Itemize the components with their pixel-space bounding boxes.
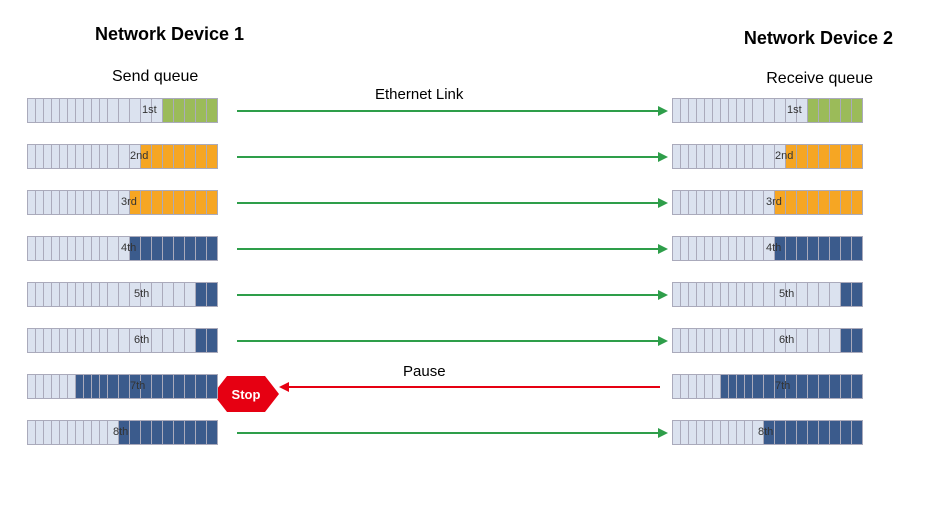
queue-slot: [206, 420, 218, 445]
queue-slot: [206, 236, 218, 261]
queue-slot: [851, 420, 863, 445]
arrowhead-icon: [658, 198, 668, 208]
queue-label: 6th: [779, 334, 794, 346]
queue-label: 8th: [113, 426, 128, 438]
queue-label: 2nd: [775, 150, 793, 162]
queue-slot: [206, 98, 218, 123]
link-arrow: [237, 156, 660, 158]
link-arrow: [237, 432, 660, 434]
queue-slot: [206, 282, 218, 307]
queue-label: 7th: [130, 380, 145, 392]
queue-row: 2nd: [672, 144, 882, 169]
queue-row: 4th: [27, 236, 237, 261]
send-queue-label: Send queue: [112, 68, 198, 86]
queue-slot: [851, 144, 863, 169]
queue-row: 3rd: [672, 190, 882, 215]
queue-row: 1st: [27, 98, 237, 123]
queue-slot: [851, 190, 863, 215]
queue-label: 1st: [142, 104, 157, 116]
ethernet-link-label: Ethernet Link: [375, 86, 463, 103]
link-arrow: [237, 294, 660, 296]
arrowhead-icon: [658, 106, 668, 116]
queue-label: 5th: [779, 288, 794, 300]
queue-slot: [851, 98, 863, 123]
queue-row: 2nd: [27, 144, 237, 169]
arrowhead-icon: [658, 290, 668, 300]
queue-label: 4th: [121, 242, 136, 254]
device-1-title: Network Device 1: [95, 24, 244, 45]
pause-arrow: [287, 386, 660, 388]
arrowhead-icon: [658, 336, 668, 346]
queue-slot: [206, 144, 218, 169]
queue-row: 7th: [672, 374, 882, 399]
queue-label: 2nd: [130, 150, 148, 162]
queue-label: 3rd: [121, 196, 137, 208]
pause-label: Pause: [403, 363, 446, 380]
queue-label: 3rd: [766, 196, 782, 208]
queue-row: 6th: [27, 328, 237, 353]
arrowhead-icon: [279, 382, 289, 392]
queue-slot: [851, 328, 863, 353]
queue-row: 7th: [27, 374, 237, 399]
link-arrow: [237, 340, 660, 342]
queue-slot: [206, 374, 218, 399]
queue-row: 5th: [27, 282, 237, 307]
arrowhead-icon: [658, 428, 668, 438]
queue-slot: [851, 374, 863, 399]
queue-label: 5th: [134, 288, 149, 300]
queue-row: 1st: [672, 98, 882, 123]
link-arrow: [237, 110, 660, 112]
queue-row: 8th: [27, 420, 237, 445]
device-2-title: Network Device 2: [744, 28, 893, 49]
queue-row: 3rd: [27, 190, 237, 215]
queue-slot: [851, 282, 863, 307]
queue-row: 5th: [672, 282, 882, 307]
queue-label: 8th: [758, 426, 773, 438]
queue-row: 6th: [672, 328, 882, 353]
link-arrow: [237, 248, 660, 250]
queue-slot: [206, 190, 218, 215]
queue-slot: [206, 328, 218, 353]
arrowhead-icon: [658, 244, 668, 254]
link-arrow: [237, 202, 660, 204]
queue-label: 4th: [766, 242, 781, 254]
queue-label: 7th: [775, 380, 790, 392]
queue-row: 4th: [672, 236, 882, 261]
queue-row: 8th: [672, 420, 882, 445]
queue-slot: [851, 236, 863, 261]
receive-queue-label: Receive queue: [766, 70, 873, 88]
arrowhead-icon: [658, 152, 668, 162]
queue-label: 1st: [787, 104, 802, 116]
queue-label: 6th: [134, 334, 149, 346]
